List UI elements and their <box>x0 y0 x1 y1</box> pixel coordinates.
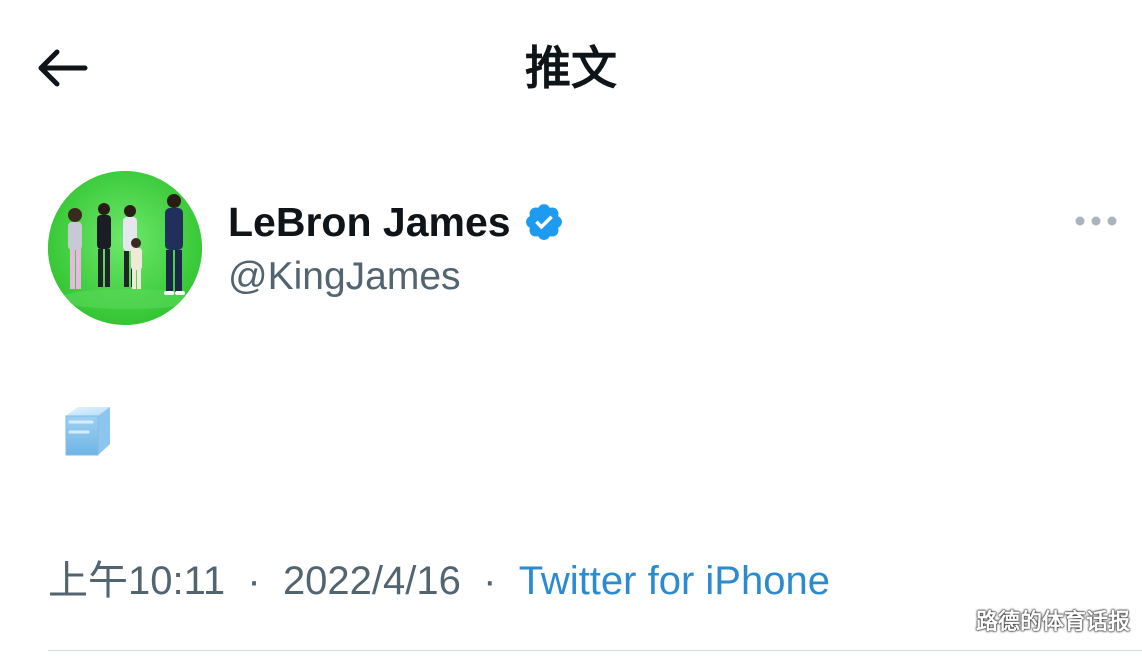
ice-cube-emoji <box>65 407 110 456</box>
tweet-time: 上午10:11 <box>48 559 226 603</box>
tweet-source-link[interactable]: Twitter for iPhone <box>519 559 830 603</box>
watermark: 路德的体育话报 <box>975 610 1130 635</box>
tweet-meta: 上午10:11 · 2022/4/16 · Twitter for iPhone <box>48 554 830 608</box>
display-name: LeBron James <box>228 198 511 245</box>
meta-separator: · <box>236 559 272 603</box>
tweet-date: 2022/4/16 <box>282 559 461 603</box>
page-title: 推文 <box>525 41 617 95</box>
tweet-text <box>58 402 116 460</box>
avatar-photo <box>48 171 202 325</box>
author-name-row[interactable]: LeBron James <box>228 196 565 248</box>
avatar[interactable] <box>48 171 202 325</box>
more-horizontal-icon <box>1075 216 1117 226</box>
verified-badge-icon <box>525 204 562 240</box>
more-options-button[interactable] <box>1068 204 1124 238</box>
meta-separator: · <box>472 559 508 603</box>
author-handle[interactable]: @KingJames <box>228 252 461 302</box>
divider <box>48 650 1142 651</box>
tweet-detail-page: 推文 LeBron James @KingJames 上午10:11 · 202… <box>0 0 1142 656</box>
